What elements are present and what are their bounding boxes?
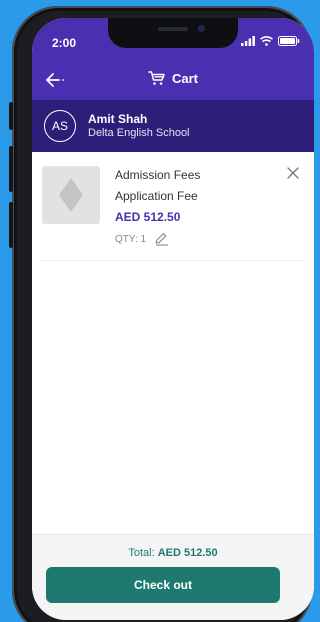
- screen: 2:00 Cart AS Amit Shah Delta English Sch…: [32, 18, 314, 620]
- placeholder-diamond-icon: [59, 178, 83, 212]
- cart-total: Total: AED 512.50: [32, 547, 314, 559]
- wifi-icon: [260, 36, 273, 46]
- divider: [42, 260, 304, 261]
- speaker: [158, 27, 188, 31]
- avatar: AS: [44, 110, 76, 142]
- cart-footer: Total: AED 512.50 Check out: [32, 534, 314, 620]
- volume-up-button: [9, 146, 13, 192]
- avatar-initials: AS: [51, 119, 68, 133]
- remove-item-close-icon[interactable]: [286, 166, 300, 180]
- cart-item: Admission Fees Application Fee AED 512.5…: [32, 152, 314, 262]
- item-thumbnail: [42, 166, 100, 224]
- edit-pencil-icon[interactable]: [154, 232, 170, 246]
- page-title-wrap: Cart: [32, 70, 314, 86]
- item-quantity: QTY: 1: [115, 232, 170, 246]
- notch: [108, 18, 238, 48]
- volume-down-button: [9, 202, 13, 248]
- front-camera: [198, 25, 205, 32]
- user-school: Delta English School: [88, 127, 190, 139]
- item-name: Admission Fees: [115, 168, 201, 182]
- item-price: AED 512.50: [115, 210, 181, 224]
- status-icons: [241, 36, 300, 46]
- mute-switch: [9, 102, 13, 130]
- status-bar: 2:00: [32, 18, 314, 60]
- quantity-label: QTY: 1: [115, 233, 147, 245]
- checkout-button[interactable]: Check out: [46, 567, 280, 603]
- user-info-bar: AS Amit Shah Delta English School: [32, 100, 314, 152]
- cart-icon: [148, 71, 165, 85]
- user-name: Amit Shah: [88, 112, 148, 126]
- item-description: Application Fee: [115, 189, 198, 203]
- total-value: AED 512.50: [157, 547, 218, 559]
- total-label: Total:: [128, 547, 155, 559]
- top-navbar: Cart: [32, 60, 314, 100]
- signal-icon: [241, 36, 255, 46]
- page-title: Cart: [171, 70, 198, 86]
- battery-icon: [278, 36, 300, 46]
- phone-frame: 2:00 Cart AS Amit Shah Delta English Sch…: [9, 6, 314, 622]
- status-time: 2:00: [52, 36, 77, 50]
